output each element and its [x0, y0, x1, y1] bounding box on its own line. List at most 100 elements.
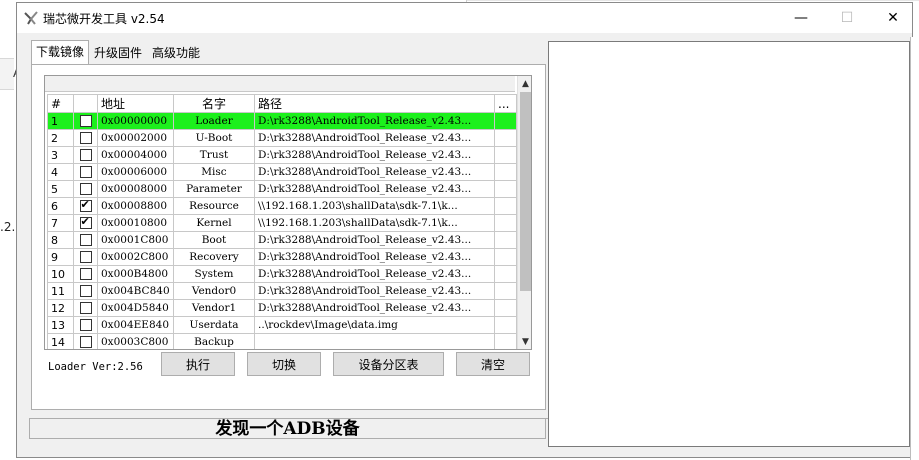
row-checkbox[interactable] — [73, 112, 98, 130]
table-row[interactable]: 6 0x00008800Resource\\192.168.1.203\shall… — [47, 197, 517, 215]
row-path[interactable]: D:\rk3288\AndroidTool_Release_v2.43... — [254, 146, 495, 164]
row-number: 10 — [47, 265, 74, 283]
table-row[interactable]: 10 0x000B4800 System D:\rk3288\AndroidTool_… — [47, 265, 517, 283]
table-row[interactable]: 12 0x004D5840 Vendor1 D:\rk3288\AndroidTool… — [47, 299, 517, 317]
header-path[interactable]: 路径 — [254, 94, 495, 113]
row-path[interactable]: D:\rk3288\AndroidTool_Release_v2.43... — [254, 163, 495, 181]
row-more-button[interactable] — [494, 248, 517, 266]
table-row[interactable]: 3 0x00004000 Trust D:\rk3288\AndroidTool_Re… — [47, 146, 517, 164]
row-path[interactable]: D:\rk3288\AndroidTool_Release_v2.43... — [254, 112, 495, 130]
clear-button[interactable]: 清空 — [456, 352, 530, 376]
scroll-up-icon[interactable]: ▲ — [518, 76, 531, 91]
table-row[interactable]: 11 0x004BC840 Vendor0 D:\rk3288\AndroidTool… — [47, 282, 517, 300]
checkbox[interactable] — [79, 149, 92, 161]
row-more-button[interactable] — [494, 265, 517, 283]
row-number: 2 — [47, 129, 74, 147]
checkbox[interactable] — [79, 336, 92, 348]
row-name: Boot — [173, 231, 255, 249]
log-output[interactable] — [548, 41, 910, 447]
header-name[interactable]: 名字 — [173, 94, 255, 113]
row-path[interactable]: \\192.168.1.203\shallData\sdk-7.1\k... — [254, 197, 495, 215]
tab-advanced[interactable]: 高级功能 — [147, 42, 205, 64]
header-address[interactable]: 地址 — [97, 94, 174, 113]
table-row[interactable]: 4 0x00006000 Misc D:\rk3288\AndroidTool_Rel… — [47, 163, 517, 181]
row-path[interactable]: D:\rk3288\AndroidTool_Release_v2.43... — [254, 248, 495, 266]
grid-scrollbar[interactable]: ▲ ▼ — [517, 76, 531, 349]
switch-button[interactable]: 切换 — [247, 352, 321, 376]
row-checkbox[interactable] — [73, 299, 98, 317]
row-path[interactable]: D:\rk3288\AndroidTool_Release_v2.43... — [254, 282, 495, 300]
row-checkbox[interactable] — [73, 265, 98, 283]
row-more-button[interactable] — [494, 282, 517, 300]
row-more-button[interactable] — [494, 197, 517, 215]
row-name: Loader — [173, 112, 255, 130]
row-more-button[interactable] — [494, 180, 517, 198]
row-checkbox[interactable] — [73, 129, 98, 147]
row-checkbox[interactable] — [73, 231, 98, 249]
row-path[interactable]: D:\rk3288\AndroidTool_Release_v2.43... — [254, 180, 495, 198]
row-path[interactable]: D:\rk3288\AndroidTool_Release_v2.43... — [254, 299, 495, 317]
tab-download-image[interactable]: 下载镜像 — [31, 40, 90, 64]
row-more-button[interactable] — [494, 112, 517, 130]
table-row[interactable]: 1 0x00000000 Loader D:\rk3288\AndroidTool_R… — [47, 112, 517, 130]
row-more-button[interactable] — [494, 146, 517, 164]
checkbox[interactable] — [79, 115, 92, 127]
row-more-button[interactable] — [494, 163, 517, 181]
row-more-button[interactable] — [494, 316, 517, 334]
table-row[interactable]: 9 0x0002C800 Recovery D:\rk3288\AndroidTool… — [47, 248, 517, 266]
row-checkbox[interactable] — [73, 282, 98, 300]
minimize-button[interactable]: — — [778, 3, 824, 33]
table-row[interactable]: 13 0x004EE840 Userdata ..\rockdev\Image\dat… — [47, 316, 517, 334]
checkbox[interactable] — [79, 251, 92, 263]
header-more[interactable]: ... — [494, 94, 517, 113]
row-checkbox[interactable] — [73, 316, 98, 334]
row-checkbox[interactable] — [73, 214, 98, 232]
row-address: 0x00010800 — [97, 214, 174, 232]
checkbox[interactable] — [79, 166, 92, 178]
checkbox[interactable] — [79, 285, 92, 297]
row-checkbox[interactable] — [73, 197, 98, 215]
checkbox[interactable] — [79, 319, 92, 331]
row-checkbox[interactable] — [73, 146, 98, 164]
checkbox[interactable] — [79, 216, 92, 229]
header-num[interactable]: # — [47, 94, 74, 113]
table-row[interactable]: 7 0x00010800Kernel\\192.168.1.203\shallDa… — [47, 214, 517, 232]
row-more-button[interactable] — [494, 214, 517, 232]
partition-table-button[interactable]: 设备分区表 — [333, 352, 444, 376]
row-checkbox[interactable] — [73, 248, 98, 266]
row-checkbox[interactable] — [73, 333, 98, 349]
row-more-button[interactable] — [494, 299, 517, 317]
scroll-thumb[interactable] — [520, 92, 531, 291]
row-checkbox[interactable] — [73, 180, 98, 198]
checkbox[interactable] — [79, 302, 92, 314]
maximize-button[interactable]: ☐ — [824, 3, 870, 33]
row-more-button[interactable] — [494, 333, 517, 349]
table-row[interactable]: 14 0x0003C800 Backup — [47, 333, 517, 349]
row-path[interactable]: \\192.168.1.203\shallData\sdk-7.1\k... — [254, 214, 495, 232]
status-bar: 发现一个ADB设备 — [29, 418, 546, 439]
execute-button[interactable]: 执行 — [161, 352, 235, 376]
row-number: 8 — [47, 231, 74, 249]
header-check[interactable] — [73, 94, 98, 113]
title-bar[interactable]: 瑞芯微开发工具 v2.54 — ☐ ✕ — [17, 3, 912, 33]
row-checkbox[interactable] — [73, 163, 98, 181]
checkbox[interactable] — [79, 268, 92, 280]
checkbox[interactable] — [79, 199, 92, 212]
row-path[interactable]: D:\rk3288\AndroidTool_Release_v2.43... — [254, 231, 495, 249]
close-button[interactable]: ✕ — [870, 3, 916, 33]
table-row[interactable]: 8 0x0001C800 Boot D:\rk3288\AndroidTool_Rel… — [47, 231, 517, 249]
row-more-button[interactable] — [494, 231, 517, 249]
row-path[interactable] — [254, 333, 495, 349]
row-path[interactable]: D:\rk3288\AndroidTool_Release_v2.43... — [254, 265, 495, 283]
tab-upgrade-firmware[interactable]: 升级固件 — [89, 42, 147, 64]
checkbox[interactable] — [79, 132, 92, 144]
table-row[interactable]: 2 0x00002000 U-Boot D:\rk3288\AndroidTool_R… — [47, 129, 517, 147]
table-row[interactable]: 5 0x00008000 Parameter D:\rk3288\AndroidToo… — [47, 180, 517, 198]
row-path[interactable]: ..\rockdev\Image\data.img — [254, 316, 495, 334]
checkbox[interactable] — [79, 234, 92, 246]
checkbox[interactable] — [79, 183, 92, 195]
row-address: 0x000B4800 — [97, 265, 174, 283]
row-more-button[interactable] — [494, 129, 517, 147]
scroll-down-icon[interactable]: ▼ — [518, 334, 531, 349]
row-path[interactable]: D:\rk3288\AndroidTool_Release_v2.43... — [254, 129, 495, 147]
